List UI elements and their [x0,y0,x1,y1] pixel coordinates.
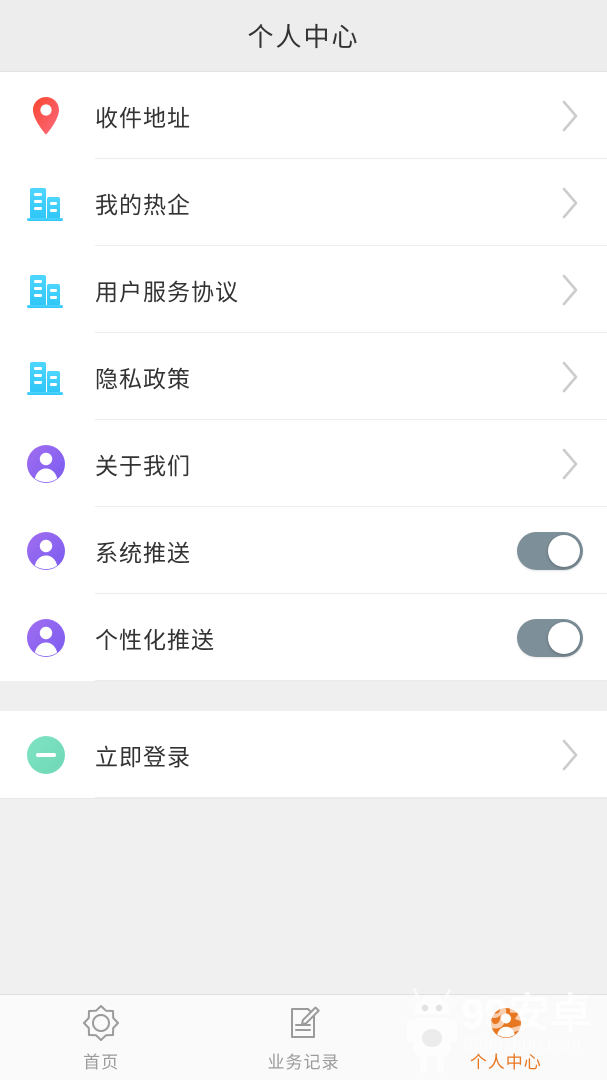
person-icon [22,440,70,488]
tab-label: 首页 [83,1052,120,1072]
settings-row-label: 收件地址 [95,104,191,131]
settings-row-label: 用户服务协议 [95,278,239,305]
settings-row-label: 隐私政策 [95,365,191,392]
minus-circle-icon [22,731,70,779]
toggle-knob [548,621,580,654]
location-pin-icon [22,92,70,140]
tab-home[interactable]: 首页 [0,995,202,1080]
chevron-right-icon [545,186,595,220]
settings-row[interactable]: 关于我们 [0,420,607,507]
document-pencil-icon [284,1003,322,1043]
tab-records[interactable]: 业务记录 [202,995,404,1080]
settings-toggle[interactable] [517,531,583,570]
settings-row[interactable]: 系统推送 [0,507,607,594]
building-icon [22,353,70,401]
person-circle-icon [487,1003,525,1043]
empty-space [0,799,607,994]
settings-body: 收件地址 我的热企 用户服务协议 隐私政策 关于我们 系统推送 个性化推送 立即… [0,72,607,994]
person-icon [22,614,70,662]
settings-row[interactable]: 隐私政策 [0,333,607,420]
toggle-knob [548,534,580,567]
page-title: 个人中心 [247,22,360,52]
chevron-right-icon [545,99,595,133]
chevron-right-icon [545,360,595,394]
chevron-right-icon [545,738,595,772]
tab-label: 业务记录 [267,1052,340,1072]
settings-row[interactable]: 收件地址 [0,72,607,159]
settings-group-main: 收件地址 我的热企 用户服务协议 隐私政策 关于我们 系统推送 个性化推送 [0,72,607,681]
person-icon [22,527,70,575]
chevron-right-icon [545,447,595,481]
settings-row[interactable]: 个性化推送 [0,594,607,681]
tab-profile[interactable]: 个人中心 [405,995,607,1080]
personal-center-screen: 个人中心 收件地址 我的热企 用户服务协议 隐私政策 关于我们 系统推送 个性化… [0,0,607,1080]
row-divider [95,797,607,798]
building-icon [22,179,70,227]
row-divider [95,680,607,681]
group-separator [0,681,607,711]
home-flower-icon [82,1003,120,1043]
settings-row-label: 关于我们 [95,452,191,479]
tab-label: 个人中心 [469,1052,542,1072]
bottom-tab-bar: 首页 业务记录 个人中心 [0,994,607,1080]
settings-toggle[interactable] [517,618,583,657]
settings-row-label: 立即登录 [95,743,191,770]
settings-row-label: 系统推送 [95,539,191,566]
settings-group-login: 立即登录 [0,711,607,799]
settings-row-label: 个性化推送 [95,626,215,653]
settings-row[interactable]: 我的热企 [0,159,607,246]
settings-row[interactable]: 用户服务协议 [0,246,607,333]
chevron-right-icon [545,273,595,307]
settings-row-label: 我的热企 [95,191,191,218]
page-header: 个人中心 [0,0,607,72]
settings-row[interactable]: 立即登录 [0,711,607,798]
building-icon [22,266,70,314]
